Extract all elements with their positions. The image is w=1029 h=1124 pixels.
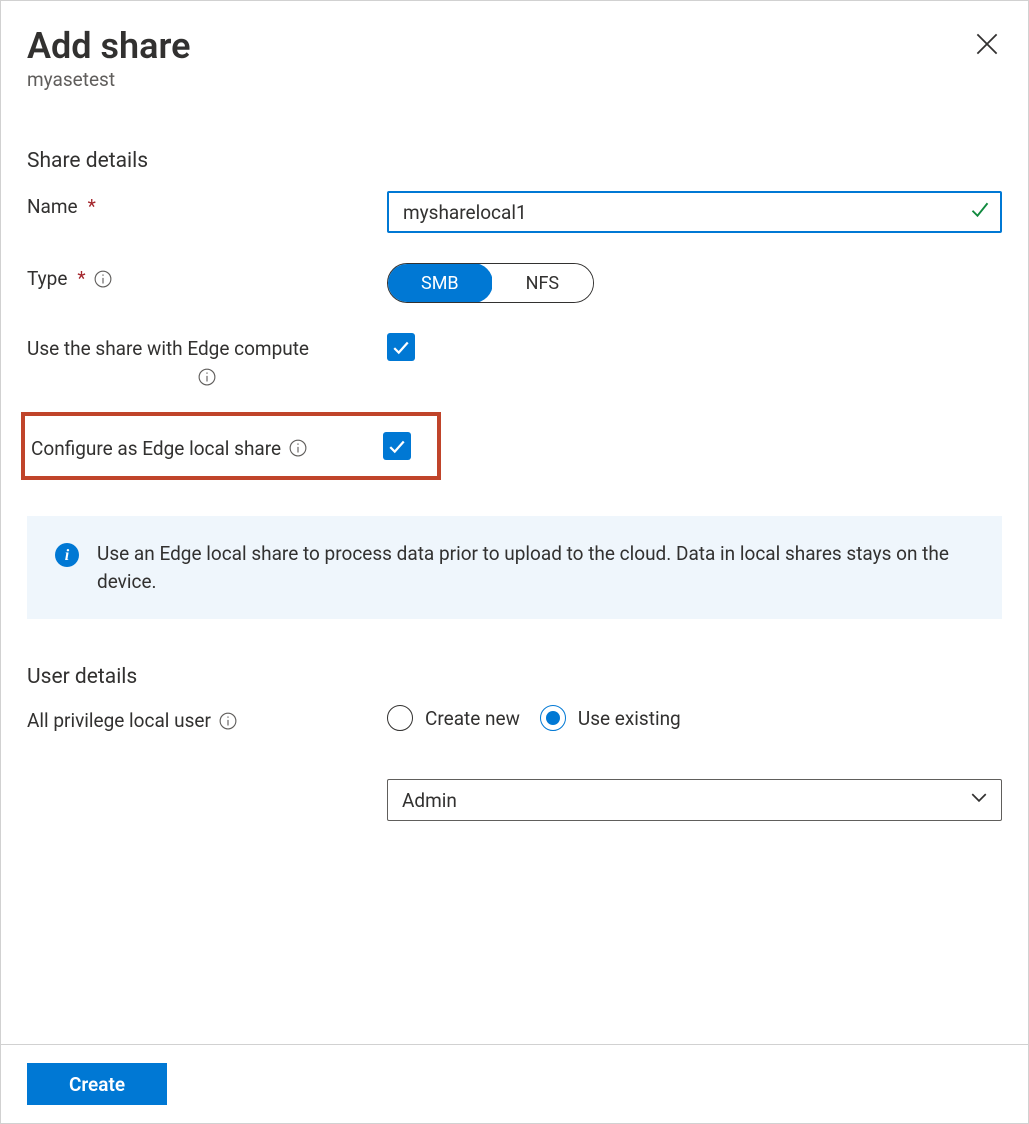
create-button[interactable]: Create <box>27 1063 167 1105</box>
edge-local-row-highlight: Configure as Edge local share <box>21 412 441 480</box>
chevron-down-icon <box>970 789 988 812</box>
info-icon: i <box>55 543 79 567</box>
edge-compute-checkbox[interactable] <box>387 333 415 361</box>
required-indicator: * <box>77 267 85 290</box>
radio-create-new[interactable]: Create new <box>387 705 520 731</box>
info-bar: i Use an Edge local share to process dat… <box>27 516 1002 619</box>
close-button[interactable] <box>972 29 1002 62</box>
info-icon[interactable] <box>219 712 237 730</box>
name-row: Name * <box>27 191 1002 233</box>
type-option-nfs[interactable]: NFS <box>492 264 593 302</box>
type-row: Type * SMB NFS <box>27 263 1002 303</box>
panel-title: Add share <box>27 25 190 68</box>
panel-subtitle: myasetest <box>27 68 190 91</box>
info-bar-text: Use an Edge local share to process data … <box>97 540 974 595</box>
radio-use-existing-label: Use existing <box>578 707 681 730</box>
share-details-heading: Share details <box>27 149 1002 173</box>
user-details-heading: User details <box>27 665 1002 689</box>
edge-local-checkbox[interactable] <box>383 432 411 460</box>
type-option-smb[interactable]: SMB <box>387 263 493 303</box>
info-icon[interactable] <box>289 439 307 457</box>
info-icon[interactable] <box>27 368 387 386</box>
user-label: All privilege local user <box>27 709 211 732</box>
type-segmented: SMB NFS <box>387 263 594 303</box>
name-input[interactable] <box>387 191 1002 233</box>
name-label: Name <box>27 195 78 218</box>
panel-footer: Create <box>1 1044 1028 1123</box>
valid-check-icon <box>970 200 990 225</box>
radio-create-new-label: Create new <box>425 707 520 730</box>
edge-compute-row: Use the share with Edge compute <box>27 333 1002 386</box>
type-label: Type <box>27 267 67 290</box>
edge-local-label: Configure as Edge local share <box>31 437 281 460</box>
add-share-panel: Add share myasetest Share details Name * <box>0 0 1029 1124</box>
required-indicator: * <box>88 195 96 218</box>
user-select[interactable]: Admin <box>387 779 1002 821</box>
user-select-value: Admin <box>402 789 457 812</box>
close-icon <box>976 43 998 58</box>
user-radio-group: Create new Use existing <box>387 705 1002 731</box>
user-row: All privilege local user Create new Use … <box>27 705 1002 821</box>
radio-use-existing[interactable]: Use existing <box>540 705 681 731</box>
edge-compute-label: Use the share with Edge compute <box>27 337 309 360</box>
info-icon[interactable] <box>94 270 112 288</box>
